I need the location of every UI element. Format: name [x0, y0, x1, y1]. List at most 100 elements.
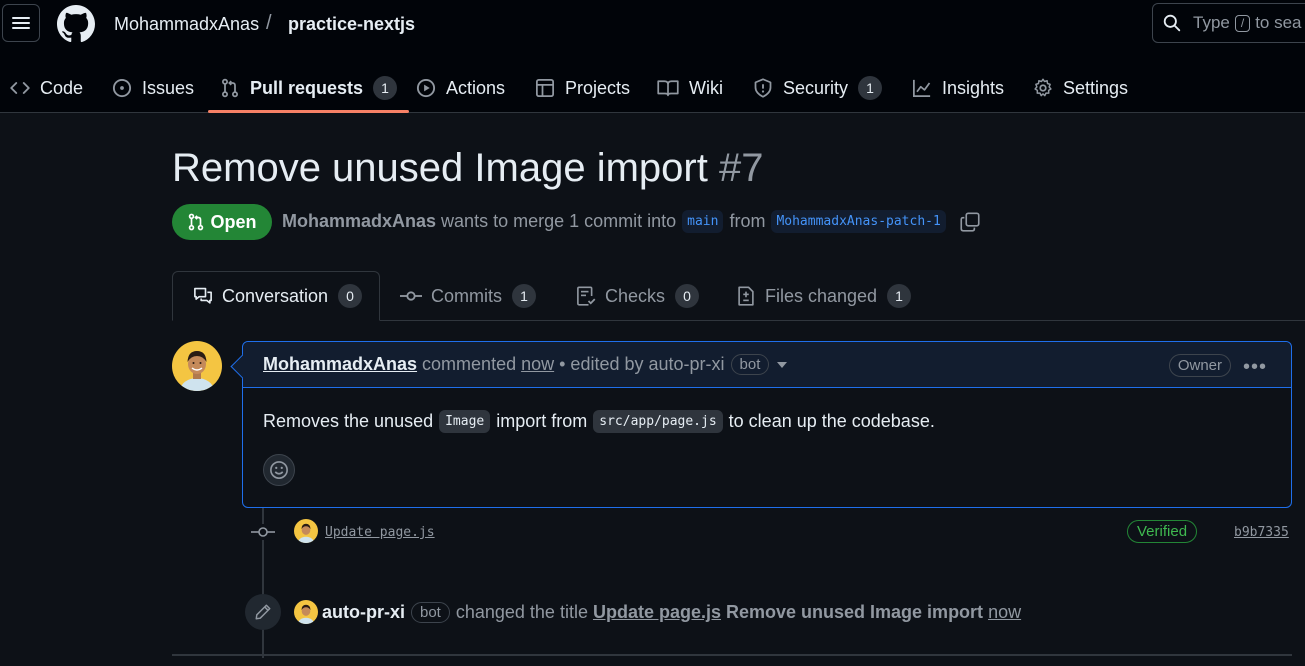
graph-icon [913, 79, 931, 97]
tab-security[interactable]: Security 1 [753, 64, 883, 112]
tab-label: Pull requests [250, 77, 364, 98]
tab-label: Security [783, 77, 849, 98]
github-logo-icon[interactable] [57, 5, 95, 43]
owner-label: Owner [1168, 354, 1231, 377]
breadcrumb-repo[interactable]: practice-nextjs [288, 14, 415, 35]
comment-body: Removes the unused Image import from src… [243, 388, 1291, 455]
comment-discussion-icon [194, 287, 212, 304]
git-pull-request-icon [221, 78, 239, 98]
avatar[interactable] [172, 341, 222, 391]
new-title: Remove unused Image import [726, 602, 984, 622]
menu-button[interactable] [2, 4, 40, 42]
pencil-badge [245, 594, 281, 630]
pr-state-badge: Open [172, 204, 272, 240]
book-icon [657, 80, 679, 97]
tab-insights[interactable]: Insights [912, 64, 1004, 112]
tab-label: Insights [942, 77, 1005, 98]
tab-label: Code [40, 77, 84, 98]
tab-label: Commits [431, 285, 502, 306]
comment-time[interactable]: now [521, 354, 554, 375]
tab-settings[interactable]: Settings [1033, 64, 1128, 112]
avatar[interactable] [294, 519, 318, 543]
kebab-menu-icon[interactable]: ••• [1243, 356, 1267, 379]
tab-label: Actions [446, 77, 506, 98]
pr-tabs: Conversation 0 Commits 1 Checks 0 Files … [0, 271, 1305, 321]
code-icon [10, 82, 30, 94]
tab-conversation[interactable]: Conversation 0 [172, 271, 380, 321]
bot-label: bot [730, 354, 770, 375]
search-shortcut-key: / [1234, 14, 1251, 32]
event-time[interactable]: now [988, 602, 1021, 623]
base-branch[interactable]: main [682, 210, 724, 233]
tab-wiki[interactable]: Wiki [657, 64, 723, 112]
commit-sha-link[interactable]: b9b7335 [1234, 525, 1289, 540]
tab-counter: 1 [858, 76, 883, 100]
verified-badge[interactable]: Verified [1127, 520, 1198, 543]
tab-counter: 1 [887, 284, 912, 308]
tab-label: Files changed [765, 285, 878, 306]
tab-label: Conversation [222, 285, 329, 306]
git-commit-icon [400, 291, 422, 301]
page-title: Remove unused Image import #7 [172, 146, 763, 191]
play-icon [416, 78, 436, 98]
head-branch[interactable]: MohammadxAnas-patch-1 [771, 210, 946, 233]
table-icon [536, 79, 554, 97]
breadcrumb-owner[interactable]: MohammadxAnas [114, 14, 259, 35]
tab-label: Issues [142, 77, 195, 98]
body-text: to clean up the codebase. [728, 411, 935, 431]
smiley-icon [270, 461, 288, 479]
git-pull-request-icon [189, 213, 204, 231]
tab-projects[interactable]: Projects [535, 64, 630, 112]
git-commit-icon [251, 524, 275, 540]
search-placeholder-suffix: to sea [1255, 13, 1302, 32]
tab-label: Wiki [689, 77, 723, 98]
event-actor-link[interactable]: auto-pr-xi [322, 602, 405, 623]
repo-nav: Code Issues Pull requests 1 Actions Proj… [0, 64, 1305, 113]
tab-label: Projects [565, 77, 631, 98]
from-text: from [729, 211, 766, 231]
tab-issues[interactable]: Issues [112, 64, 194, 112]
event-action: changed the title [455, 602, 588, 622]
tab-counter: 0 [675, 284, 700, 308]
issue-opened-icon [112, 78, 132, 98]
merge-text: wants to merge 1 commit into [441, 211, 677, 231]
tab-actions[interactable]: Actions [416, 64, 505, 112]
tab-checks[interactable]: Checks 0 [576, 271, 700, 321]
tab-pull-requests[interactable]: Pull requests 1 [207, 64, 410, 113]
comment-header: MohammadxAnas commented now • edited by … [243, 342, 1291, 388]
comment-box: MohammadxAnas commented now • edited by … [242, 341, 1292, 508]
shield-icon [754, 78, 772, 98]
body-text: import from [496, 411, 588, 431]
copy-icon[interactable] [960, 211, 980, 232]
divider [172, 654, 1292, 656]
tab-label: Settings [1063, 77, 1129, 98]
search-placeholder-prefix: Type [1193, 13, 1230, 32]
file-diff-icon [738, 286, 754, 306]
body-text: Removes the unused [263, 411, 434, 431]
search-input[interactable]: Type / to sea [1152, 3, 1305, 43]
pr-meta: MohammadxAnas wants to merge 1 commit in… [282, 210, 980, 233]
old-title: Update page.js [592, 602, 721, 622]
tab-counter: 1 [373, 76, 398, 100]
pr-author-link[interactable]: MohammadxAnas [282, 211, 436, 232]
chevron-down-icon[interactable] [777, 361, 788, 368]
commit-message-link[interactable]: Update page.js [325, 525, 435, 540]
app-header: MohammadxAnas / practice-nextjs Type / t… [0, 0, 1305, 113]
inline-code: src/app/page.js [593, 410, 723, 433]
rename-event: auto-pr-xi bot changed the title Update … [0, 594, 1305, 630]
add-reaction-button[interactable] [263, 454, 295, 486]
avatar[interactable] [294, 600, 318, 624]
comment-author[interactable]: MohammadxAnas [263, 354, 417, 375]
hamburger-icon [12, 17, 30, 29]
comment-edited-by[interactable]: • edited by auto-pr-xi [559, 354, 724, 375]
commit-event: Update page.js Verified b9b7335 [0, 517, 1305, 547]
tab-code[interactable]: Code [10, 64, 83, 112]
pr-state-label: Open [210, 211, 257, 232]
pr-title-text: Remove unused Image import [172, 146, 708, 190]
inline-code: Image [439, 410, 491, 433]
checklist-icon [577, 286, 596, 306]
tab-files-changed[interactable]: Files changed 1 [736, 271, 912, 321]
tab-label: Checks [605, 285, 666, 306]
breadcrumb-separator: / [266, 12, 272, 34]
tab-commits[interactable]: Commits 1 [400, 271, 536, 321]
